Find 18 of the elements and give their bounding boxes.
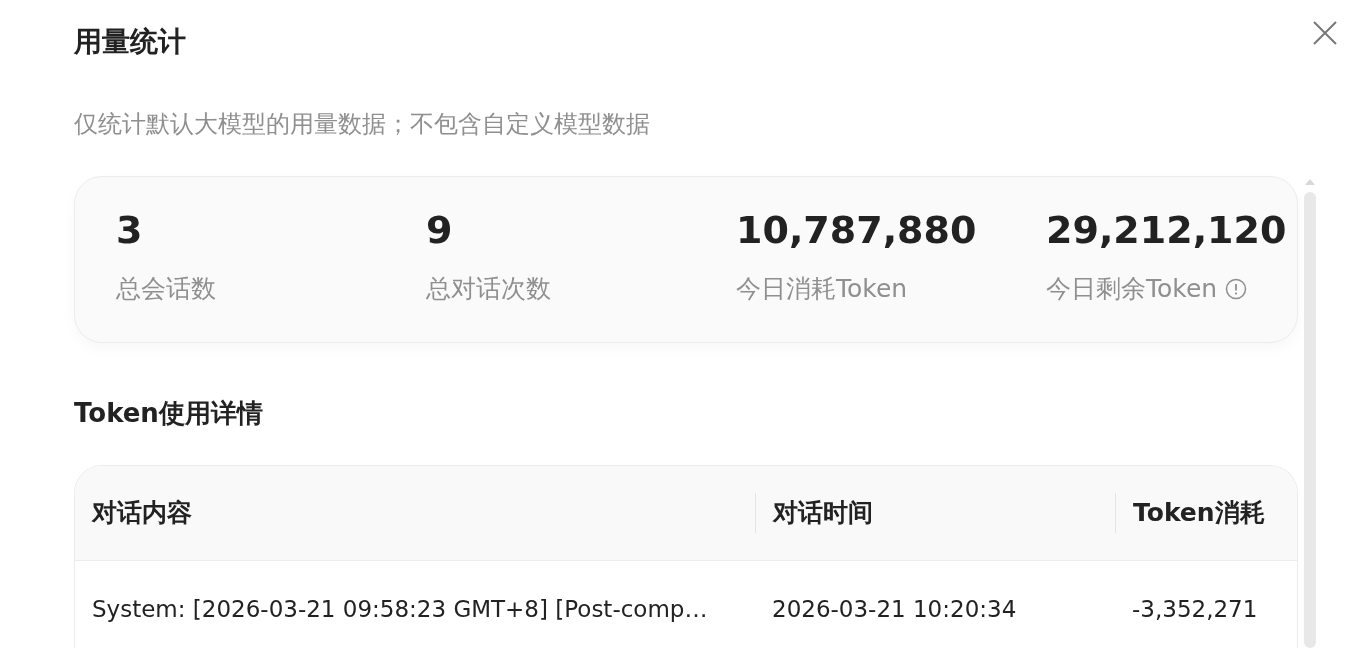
- stat-value: 9: [426, 207, 454, 254]
- table-cell-text: System: [2026-03-21 09:58:23 GMT+8] [Post-comp…: [91, 596, 709, 622]
- stat-value: 29,212,120: [1046, 207, 1288, 254]
- stat-label: 总会话数: [116, 273, 216, 305]
- column-header: 对话时间: [755, 493, 1115, 534]
- table-cell-text: -3,352,271: [1131, 596, 1259, 622]
- stat-label: 今日剩余Token: [1046, 273, 1218, 305]
- stat-value: 3: [116, 207, 144, 254]
- subtitle: 仅统计默认大模型的用量数据；不包含自定义模型数据: [74, 109, 651, 140]
- dialog-title: 用量统计: [74, 24, 187, 60]
- stat-label: 总对话次数: [426, 273, 551, 305]
- column-header: 对话内容: [90, 497, 193, 530]
- column-header: Token消耗: [1115, 493, 1297, 534]
- section-heading: Token使用详情: [74, 397, 264, 431]
- stat-value: 10,787,880: [736, 207, 978, 254]
- table-cell-text: 2026-03-21 10:20:34: [771, 596, 1018, 622]
- info-icon[interactable]: [1225, 278, 1248, 300]
- stat-label: 今日消耗Token: [736, 273, 908, 305]
